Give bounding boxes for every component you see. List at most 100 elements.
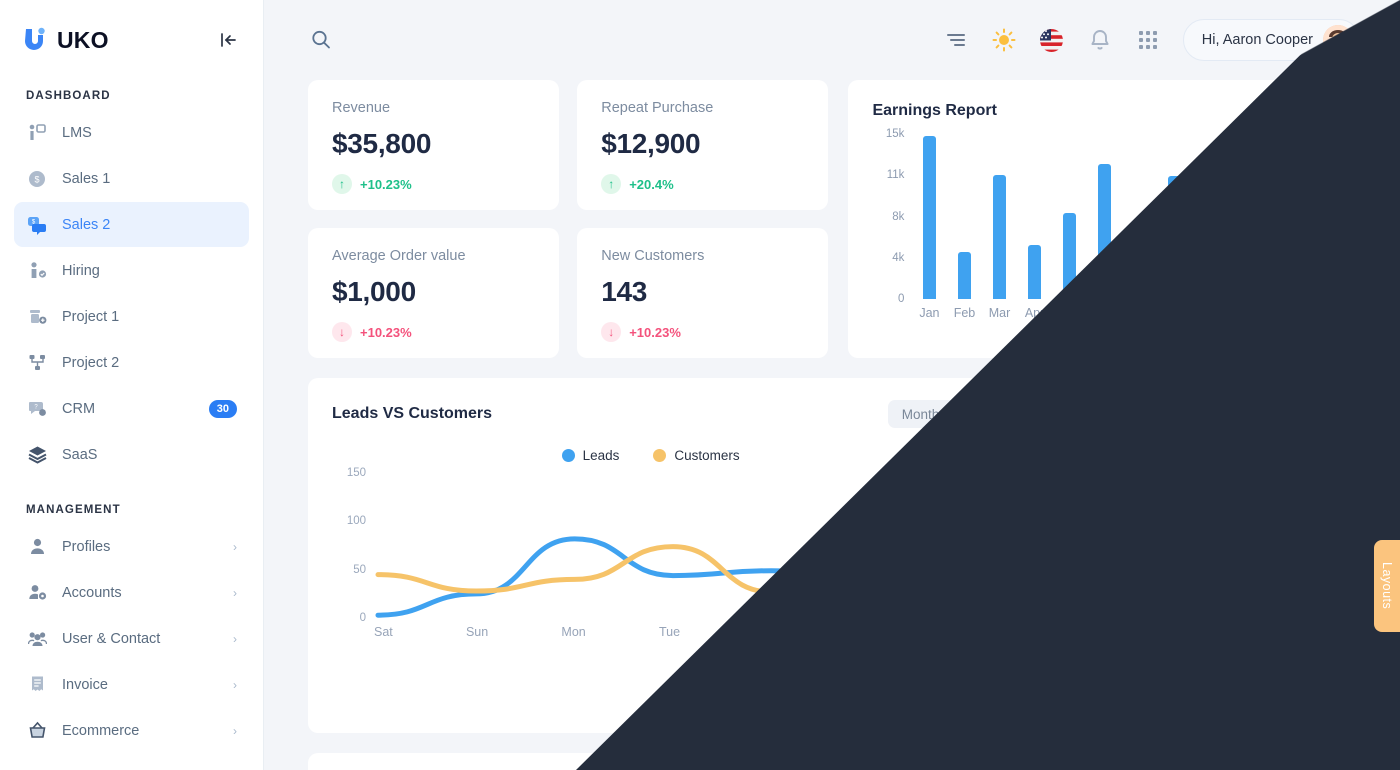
leads-y-tick: 150: [346, 467, 366, 479]
earnings-x-tick: Mar: [988, 306, 1011, 320]
earnings-bar-column: [1053, 134, 1087, 299]
stat-label: Average Order value: [332, 248, 466, 264]
project-box-icon: [26, 306, 48, 328]
sidebar-item-sales-1[interactable]: $ Sales 1: [14, 156, 249, 201]
profile-icon: [26, 536, 48, 558]
layouts-tab-button[interactable]: Layouts: [1374, 540, 1400, 632]
sales-chat-icon: $: [26, 214, 48, 236]
earnings-bar[interactable]: [1168, 175, 1182, 299]
dashboard-root: UKO DASHBOARD LMS $ Sales 1 $ Sales 2 Hi…: [0, 0, 1400, 770]
sidebar-item-project-2[interactable]: Project 2: [14, 340, 249, 385]
stat-value: $1,000: [332, 276, 416, 307]
earnings-x-tick: Jun: [1094, 306, 1115, 320]
sidebar-item-lms[interactable]: LMS: [14, 110, 249, 155]
stat-delta: ↓ +10.23%: [601, 322, 804, 342]
sidebar-item-label: Project 1: [62, 308, 120, 325]
earnings-report-card: Earnings Report Month 0 4k 8k 11k 15k Jan Feb…: [848, 80, 1356, 358]
collapse-sidebar-icon[interactable]: [215, 27, 241, 53]
earnings-bar[interactable]: [1098, 163, 1112, 299]
chevron-down-icon: [947, 407, 959, 422]
sidebar-item-label: Profiles: [62, 538, 111, 555]
sidebar-item-ecommerce[interactable]: Ecommerce ›: [14, 708, 249, 753]
leads-x-axis: Sat Sun Mon Tue Wed Thu Fri: [374, 625, 961, 639]
bell-notification-icon[interactable]: [1087, 27, 1113, 53]
page-title-earnings: Earnings Report: [872, 102, 997, 119]
filter-lines-icon[interactable]: [943, 27, 969, 53]
stat-delta: ↓ +10.23%: [332, 322, 535, 342]
donut-segment-2[interactable]: [1068, 583, 1149, 668]
apps-grid-icon[interactable]: [1135, 27, 1161, 53]
earnings-bar[interactable]: [1133, 267, 1147, 299]
leads-period-select[interactable]: Month: [887, 400, 970, 428]
typescript-logo-icon[interactable]: TS: [1075, 666, 1160, 734]
usa-flag-icon[interactable]: [1039, 27, 1065, 53]
earnings-bar[interactable]: [957, 251, 971, 299]
sidebar-badge-crm: 30: [208, 399, 237, 418]
earnings-y-tick: 11k: [886, 169, 905, 182]
earnings-x-tick: Feb: [953, 306, 976, 320]
earnings-bar[interactable]: [993, 174, 1007, 299]
sidebar-item-user-contact[interactable]: User & Contact ›: [14, 616, 249, 661]
sidebar-item-crm[interactable]: ? CRM 30: [14, 386, 249, 431]
earnings-y-tick: 15k: [885, 128, 905, 140]
earnings-x-axis: Jan Feb Mar Apr May Jun Jul Aug Sep Oct Nov Dec: [912, 306, 1332, 320]
earnings-bar-column: [1088, 134, 1122, 299]
nextjs-logo-icon[interactable]: [887, 666, 971, 734]
earnings-x-tick: Sep: [1198, 306, 1221, 320]
earnings-y-axis: 0 4k 8k 11k 15k: [872, 128, 905, 305]
sidebar-item-accounts[interactable]: Accounts ›: [14, 570, 249, 615]
earnings-bar-column: [1193, 134, 1227, 299]
earnings-x-tick: Jan: [919, 306, 940, 320]
earnings-bar[interactable]: [1203, 214, 1217, 299]
sun-theme-icon[interactable]: [991, 27, 1017, 53]
sidebar-item-label: SaaS: [62, 446, 98, 463]
chevron-down-icon: [1319, 103, 1332, 119]
topbar: Hi, Aaron Cooper: [264, 0, 1400, 80]
row-stats-and-earnings: Revenue $35,800 ↑ +10.23% Repeat Purchas…: [308, 80, 1356, 358]
layers-icon: [26, 444, 48, 466]
donut-value: 140: [1157, 552, 1212, 588]
leads-legend: Leads Customers: [332, 448, 969, 463]
earnings-bar[interactable]: [922, 136, 936, 299]
stat-cards: Revenue $35,800 ↑ +10.23% Repeat Purchas…: [308, 80, 829, 358]
leads-period-value: Month: [901, 406, 940, 422]
user-avatar: [1323, 25, 1353, 55]
leads-line-chart: 0 50 100 150 Sat Sun Mon Tue Wed Thu Fri: [332, 467, 971, 658]
legend-dot-customers: [653, 449, 667, 462]
dollar-coin-icon: $: [26, 168, 48, 190]
user-greeting: Hi, Aaron Cooper: [1201, 32, 1313, 48]
sidebar-item-saas[interactable]: SaaS: [14, 432, 249, 477]
stat-card-repeat-purchase: Repeat Purchase $12,900 ↑ +20.4%: [577, 80, 829, 210]
search-icon[interactable]: [308, 27, 334, 53]
sidebar-item-project-1[interactable]: Project 1: [14, 294, 249, 339]
main-area: Hi, Aaron Cooper Revenue $35,800 ↑ +10.2…: [264, 0, 1400, 770]
stat-delta: ↑ +20.4%: [601, 174, 804, 194]
earnings-bar[interactable]: [1063, 213, 1077, 299]
tech-stack-bar: TS JS: [875, 657, 1360, 743]
donut-segment-1[interactable]: [1125, 615, 1269, 683]
sidebar-item-profiles[interactable]: Profiles ›: [14, 524, 249, 569]
arrow-down-icon: ↓: [332, 322, 352, 342]
stat-label: Revenue: [332, 100, 391, 116]
sidebar-item-invoice[interactable]: Invoice ›: [14, 662, 249, 707]
figma-logo-icon[interactable]: [1264, 666, 1348, 734]
earnings-bar-column: [947, 134, 981, 299]
sidebar-item-sales-2[interactable]: $ Sales 2: [14, 202, 249, 247]
sidebar-item-hiring[interactable]: Hiring: [14, 248, 249, 293]
earnings-bar[interactable]: [1308, 136, 1322, 299]
leads-line-svg: [375, 504, 971, 618]
user-menu[interactable]: Hi, Aaron Cooper: [1182, 19, 1360, 61]
leads-header: Leads VS Customers Month: [332, 400, 970, 428]
earnings-bar[interactable]: [1273, 240, 1287, 299]
stat-delta-value: +10.23%: [629, 324, 681, 340]
earnings-bar[interactable]: [1238, 191, 1252, 299]
sidebar-header: UKO: [0, 0, 263, 80]
react-logo-icon[interactable]: [981, 666, 1066, 734]
earnings-bar[interactable]: [1028, 245, 1042, 299]
brand-logo[interactable]: UKO: [22, 26, 109, 54]
earnings-bar-column: [1228, 134, 1262, 299]
earnings-period-value: Month: [1270, 103, 1309, 119]
chevron-right-icon: ›: [233, 631, 237, 646]
earnings-period-select[interactable]: Month: [1270, 103, 1332, 119]
javascript-logo-icon[interactable]: JS: [1169, 666, 1254, 734]
